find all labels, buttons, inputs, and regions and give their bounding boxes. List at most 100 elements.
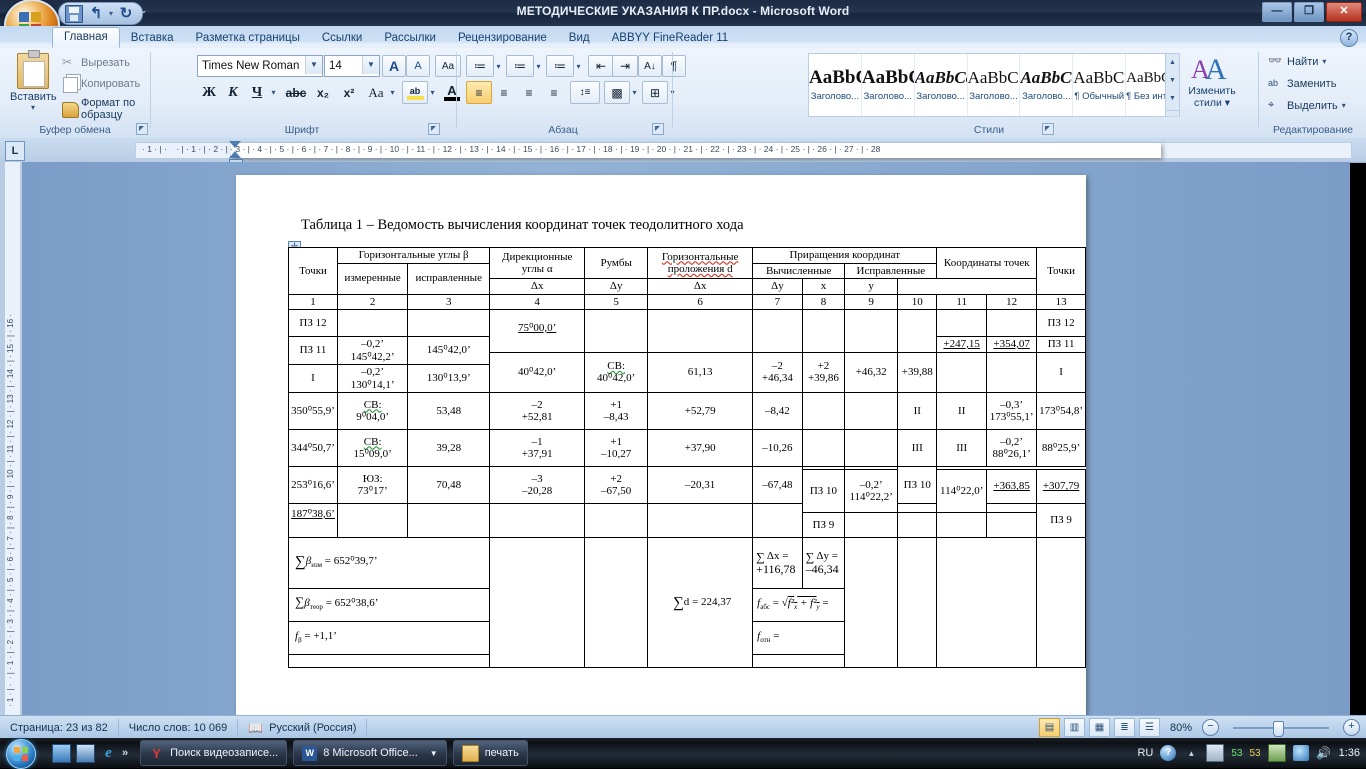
- shrink-font-button[interactable]: A: [406, 55, 430, 77]
- show-desktop-icon[interactable]: [52, 743, 71, 763]
- tab-mailings[interactable]: Рассылки: [373, 29, 447, 48]
- scroll-up-icon[interactable]: ▲: [1166, 54, 1179, 72]
- help-icon[interactable]: ?: [1340, 29, 1358, 47]
- paragraph-dialog-launcher[interactable]: [652, 123, 664, 135]
- outline-icon[interactable]: ≣: [1113, 718, 1135, 737]
- undo-icon[interactable]: ↰: [88, 5, 104, 22]
- page-indicator[interactable]: Страница: 23 из 82: [0, 719, 119, 736]
- font-family-input[interactable]: Times New Roman ▼: [197, 55, 323, 77]
- subscript-button[interactable]: x₂: [310, 81, 336, 104]
- paste-button[interactable]: Вставить ▾: [10, 50, 57, 112]
- tab-insert[interactable]: Вставка: [120, 29, 185, 48]
- highlight-dropdown-icon[interactable]: ▾: [426, 81, 439, 104]
- table-row[interactable]: ПЗ 12 75⁰00,0’ ПЗ 12: [288, 309, 1086, 353]
- maximize-button[interactable]: ❐: [1294, 2, 1324, 22]
- vertical-ruler[interactable]: · 1 · | · · | · 1 · | · 2 · | · 3 · | · …: [4, 162, 21, 715]
- italic-button[interactable]: К: [221, 81, 245, 104]
- cut-button[interactable]: ✂ Вырезать: [62, 55, 130, 70]
- numbering-dropdown-icon[interactable]: ▾: [532, 55, 545, 77]
- horizontal-ruler[interactable]: · 1 · | · · | · 1 · | · 2 · | · 3 · | · …: [135, 141, 1352, 166]
- find-dropdown-icon[interactable]: ▾: [1322, 57, 1326, 66]
- font-dialog-launcher[interactable]: [428, 123, 440, 135]
- internet-explorer-icon[interactable]: e: [100, 745, 117, 762]
- indent-marker-bottom[interactable]: [229, 151, 241, 158]
- tab-references[interactable]: Ссылки: [311, 29, 374, 48]
- indent-marker-top[interactable]: [229, 141, 241, 148]
- taskbar-item-folder[interactable]: печать: [452, 740, 528, 766]
- select-button[interactable]: ⌖ Выделить ▾: [1268, 98, 1346, 113]
- help-icon[interactable]: ?: [1160, 745, 1177, 761]
- undo-dropdown-icon[interactable]: ▾: [109, 9, 113, 18]
- underline-button[interactable]: Ч: [245, 81, 269, 104]
- find-button[interactable]: 👓 Найти ▾: [1268, 54, 1326, 69]
- taskbar-group-dropdown-icon[interactable]: ▼: [424, 749, 438, 758]
- style-item[interactable]: AaBbC Заголово...: [809, 54, 862, 116]
- zoom-level[interactable]: 80%: [1164, 722, 1198, 734]
- sort-button[interactable]: A↓: [638, 55, 662, 77]
- network-monitor-icon[interactable]: [1206, 744, 1225, 762]
- style-item[interactable]: AaBbCcI Заголово...: [967, 54, 1021, 116]
- copy-button[interactable]: Копировать: [62, 76, 140, 93]
- bullets-button[interactable]: ≔: [466, 55, 494, 77]
- align-center-button[interactable]: ≡: [491, 81, 517, 104]
- taskbar-item-word[interactable]: W 8 Microsoft Office... ▼: [293, 740, 447, 766]
- fullscreen-reading-icon[interactable]: ▥: [1063, 718, 1085, 737]
- select-dropdown-icon[interactable]: ▾: [1342, 101, 1346, 110]
- paste-dropdown-icon[interactable]: ▾: [10, 103, 56, 112]
- bold-button[interactable]: Ж: [197, 81, 221, 104]
- tab-page-layout[interactable]: Разметка страницы: [185, 29, 311, 48]
- chevron-down-icon[interactable]: ▼: [362, 56, 379, 74]
- underline-dropdown-icon[interactable]: ▾: [267, 81, 280, 104]
- borders-button[interactable]: ⊞: [642, 81, 668, 104]
- network-icon[interactable]: [1292, 745, 1309, 761]
- zoom-handle[interactable]: [1273, 720, 1284, 737]
- chevron-down-icon[interactable]: ▼: [305, 56, 322, 74]
- scroll-down-icon[interactable]: ▼: [1166, 72, 1179, 90]
- tab-view[interactable]: Вид: [558, 29, 601, 48]
- qat-customize-icon[interactable]: ⌄: [140, 5, 148, 16]
- superscript-button[interactable]: x²: [336, 81, 362, 104]
- table-summary-row[interactable]: ∑βизм = 652⁰39,7’ ∑d = 224,37 ∑ Δx = +116…: [287, 537, 1086, 668]
- tab-review[interactable]: Рецензирование: [447, 29, 558, 48]
- print-layout-icon[interactable]: ▤: [1038, 718, 1060, 737]
- style-item[interactable]: AaBbCcI Заголово...: [1020, 54, 1074, 116]
- zoom-slider[interactable]: [1223, 720, 1339, 737]
- expand-gallery-icon[interactable]: ▼: [1166, 90, 1179, 108]
- multilevel-list-button[interactable]: ≔: [546, 55, 574, 77]
- close-button[interactable]: ✕: [1326, 2, 1362, 22]
- line-spacing-button[interactable]: ↕≡: [570, 81, 600, 104]
- change-case-dropdown-icon[interactable]: ▾: [386, 81, 399, 104]
- shading-button[interactable]: ▩: [604, 81, 630, 104]
- multilevel-dropdown-icon[interactable]: ▾: [572, 55, 585, 77]
- font-size-input[interactable]: 14 ▼: [324, 55, 380, 77]
- shading-dropdown-icon[interactable]: ▾: [628, 81, 641, 104]
- word-count[interactable]: Число слов: 10 069: [119, 719, 239, 736]
- coordinates-table[interactable]: Точки Горизонтальные углы β Дирекционные…: [287, 247, 1086, 668]
- tab-abbyy-finereader[interactable]: ABBYY FineReader 11: [601, 29, 740, 48]
- redo-icon[interactable]: ↻: [118, 5, 134, 22]
- style-item-normal[interactable]: AaBbCcI ¶ Обычный: [1073, 54, 1127, 116]
- grow-font-button[interactable]: A: [382, 55, 406, 77]
- strikethrough-button[interactable]: abc: [282, 81, 310, 104]
- document-page[interactable]: Таблица 1 – Ведомость вычисления координ…: [236, 175, 1086, 715]
- save-icon[interactable]: [65, 4, 83, 23]
- decrease-indent-button[interactable]: ⇤: [588, 55, 614, 77]
- styles-scroll-strip[interactable]: ▲ ▼ ▼: [1165, 53, 1180, 111]
- clipboard-dialog-launcher[interactable]: [136, 123, 148, 135]
- format-painter-button[interactable]: Формат по образцу: [62, 97, 150, 121]
- clock[interactable]: 1:36: [1339, 747, 1362, 759]
- style-item[interactable]: AaBbCc Заголово...: [914, 54, 968, 116]
- quick-launch-overflow-icon[interactable]: »: [122, 747, 128, 759]
- language-indicator[interactable]: 📖 Русский (Россия): [238, 719, 368, 736]
- replace-button[interactable]: ab Заменить: [1268, 76, 1336, 91]
- tab-stop-selector[interactable]: L: [5, 141, 25, 161]
- align-right-button[interactable]: ≡: [516, 81, 542, 104]
- zoom-out-button[interactable]: −: [1202, 719, 1219, 736]
- volume-icon[interactable]: 🔊: [1316, 745, 1332, 761]
- align-left-button[interactable]: ≡: [466, 81, 492, 104]
- style-item[interactable]: AaBbC Заголово...: [861, 54, 915, 116]
- language-indicator-tray[interactable]: RU: [1137, 747, 1153, 759]
- text-highlight-button[interactable]: ab: [402, 81, 428, 104]
- switch-window-icon[interactable]: [76, 743, 95, 763]
- start-button[interactable]: [2, 739, 46, 769]
